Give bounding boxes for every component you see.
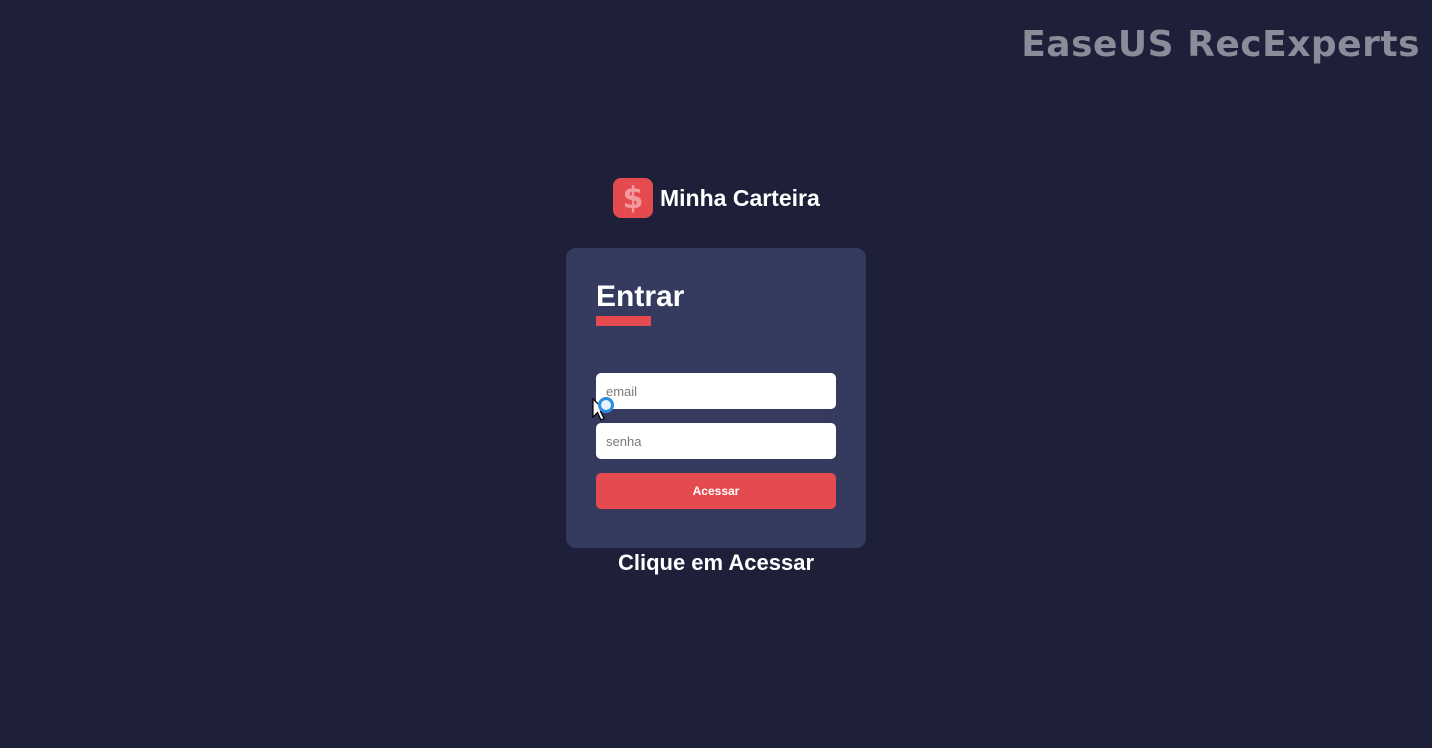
email-input[interactable] [596,373,836,409]
click-indicator-icon [598,397,614,413]
login-title: Entrar [596,280,685,313]
recorder-watermark: EaseUS RecExperts [1021,24,1420,65]
title-underline [596,316,651,326]
submit-button[interactable]: Acessar [596,473,836,509]
dollar-icon: $ [613,178,653,218]
app-name: Minha Carteira [660,184,820,211]
password-input[interactable] [596,423,836,459]
instruction-caption: Clique em Acessar [617,550,815,575]
brand-header: $ Minha Carteira [613,178,820,218]
